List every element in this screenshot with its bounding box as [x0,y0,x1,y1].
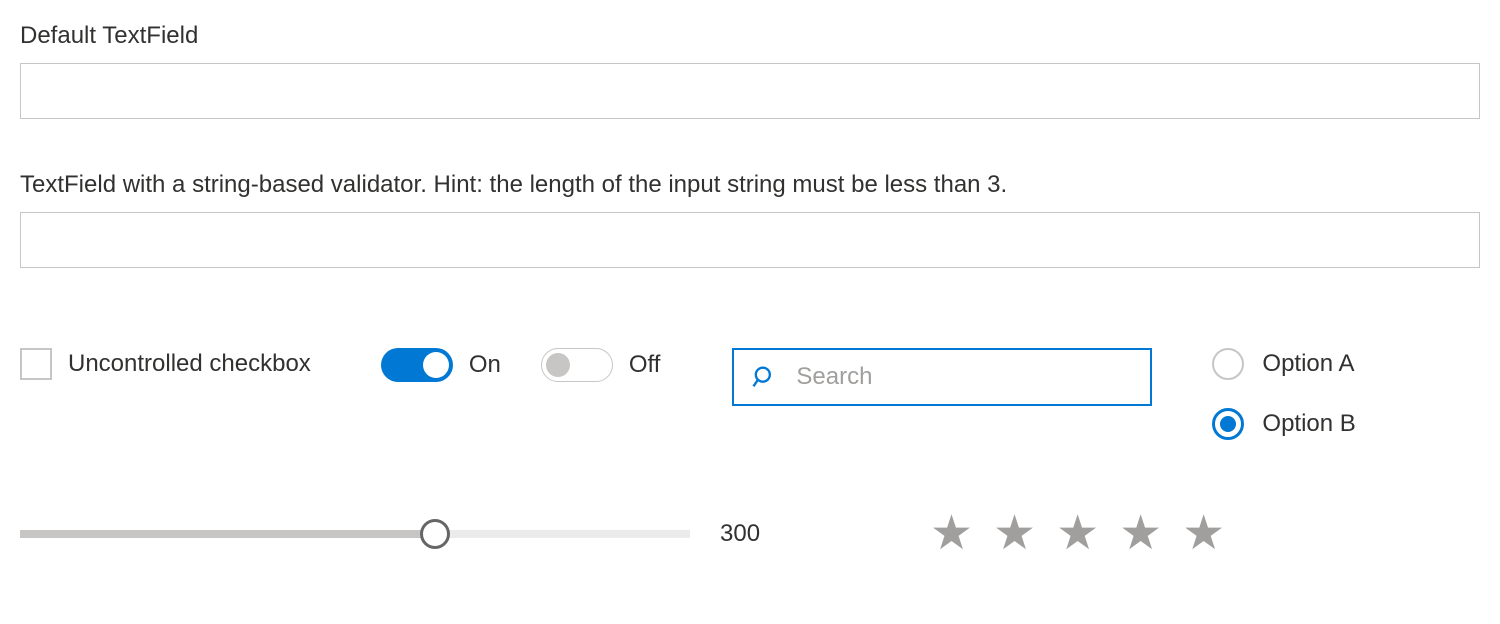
checkbox-box[interactable] [20,348,52,380]
radio-option-a[interactable]: Option A [1212,348,1355,380]
validated-textfield-label: TextField with a string-based validator.… [20,169,1480,200]
toggle-on-thumb [423,352,449,378]
star-icon[interactable]: ★ [1182,510,1225,558]
checkbox-label: Uncontrolled checkbox [68,350,311,378]
star-icon[interactable]: ★ [1119,510,1162,558]
radio-circle[interactable] [1212,348,1244,380]
slider-track-fill [20,530,435,538]
star-icon[interactable]: ★ [1056,510,1099,558]
slider-thumb[interactable] [420,519,450,549]
uncontrolled-checkbox[interactable]: Uncontrolled checkbox [20,348,311,380]
toggle-off-thumb [546,353,570,377]
slider-track-rest [435,530,690,538]
slider-value: 300 [720,520,780,548]
rating[interactable]: ★ ★ ★ ★ ★ [930,510,1225,558]
toggle-off-label: Off [629,351,661,379]
default-textfield[interactable] [20,63,1480,119]
validated-textfield[interactable] [20,212,1480,268]
star-icon[interactable]: ★ [930,510,973,558]
search-input[interactable] [794,362,1134,392]
search-box[interactable] [732,348,1152,406]
radio-group: Option A Option B [1212,348,1355,440]
slider[interactable] [20,530,690,538]
radio-dot [1220,416,1236,432]
toggle-on-label: On [469,351,501,379]
radio-circle[interactable] [1212,408,1244,440]
toggle-on[interactable] [381,348,453,382]
search-icon [750,363,778,391]
default-textfield-label: Default TextField [20,20,1480,51]
radio-option-a-label: Option A [1262,350,1354,378]
toggle-off[interactable] [541,348,613,382]
star-icon[interactable]: ★ [993,510,1036,558]
radio-option-b-label: Option B [1262,410,1355,438]
radio-option-b[interactable]: Option B [1212,408,1355,440]
